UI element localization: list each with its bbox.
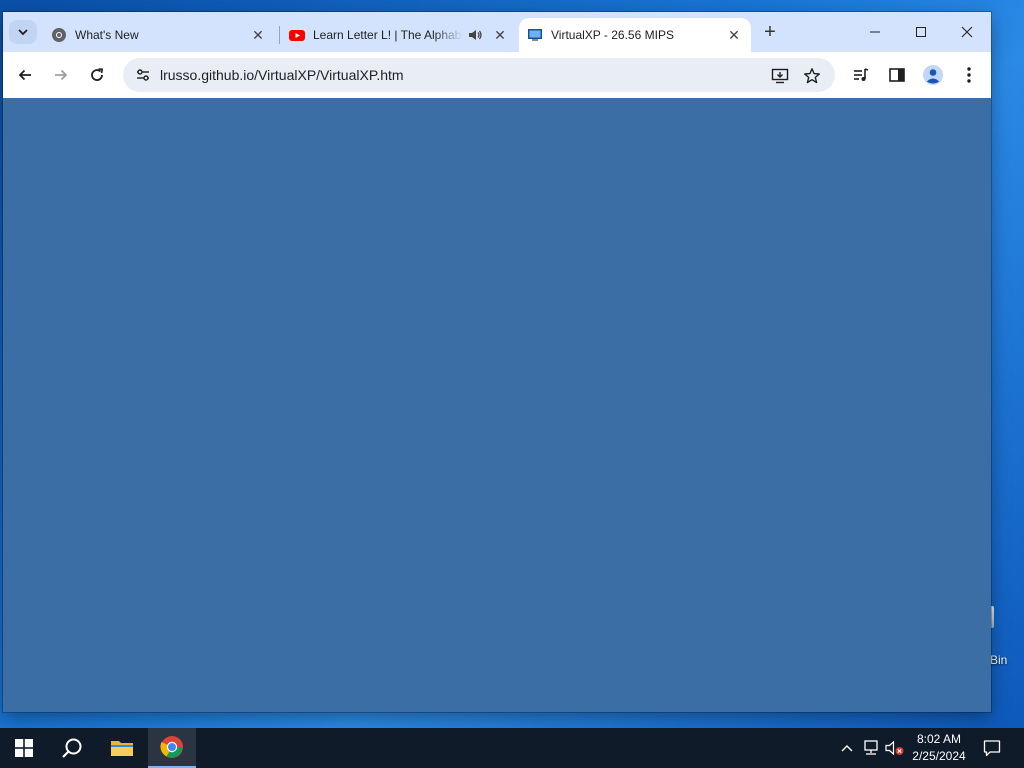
recycle-bin-label: Bin bbox=[990, 653, 1008, 667]
browser-window: What's New ✕ Learn Letter L! | The Alpha… bbox=[3, 12, 991, 712]
close-icon bbox=[961, 26, 973, 38]
recycle-bin-desktop-icon[interactable]: Bin bbox=[988, 606, 1024, 676]
tab-strip: What's New ✕ Learn Letter L! | The Alpha… bbox=[3, 12, 991, 52]
notification-icon bbox=[983, 740, 1001, 757]
url-text[interactable]: lrusso.github.io/VirtualXP/VirtualXP.htm bbox=[160, 67, 404, 83]
back-button[interactable] bbox=[11, 61, 39, 89]
volume-button[interactable] bbox=[884, 728, 906, 768]
search-icon bbox=[62, 738, 82, 758]
chevron-up-icon bbox=[841, 745, 853, 752]
install-app-button[interactable] bbox=[769, 65, 791, 87]
maximize-button[interactable] bbox=[899, 18, 943, 46]
reload-icon bbox=[91, 68, 104, 81]
close-tab-icon[interactable]: ✕ bbox=[249, 26, 267, 44]
close-tab-icon[interactable]: ✕ bbox=[491, 26, 509, 44]
chevron-down-icon bbox=[18, 29, 28, 36]
speaker-muted-icon bbox=[885, 740, 904, 756]
queue-music-icon bbox=[854, 68, 869, 81]
profile-button[interactable] bbox=[921, 63, 945, 87]
close-tab-icon[interactable]: ✕ bbox=[725, 26, 743, 44]
clock-time: 8:02 AM bbox=[916, 732, 962, 746]
network-button[interactable] bbox=[860, 728, 882, 768]
show-hidden-icons-button[interactable] bbox=[838, 728, 856, 768]
forward-button[interactable] bbox=[47, 61, 75, 89]
start-button[interactable] bbox=[0, 728, 48, 768]
side-panel-icon bbox=[889, 68, 905, 82]
site-info-button[interactable] bbox=[133, 65, 153, 85]
search-button[interactable] bbox=[48, 728, 96, 768]
install-icon bbox=[771, 68, 789, 84]
youtube-icon bbox=[289, 30, 305, 41]
speaker-icon[interactable] bbox=[467, 27, 483, 43]
virtualxp-icon bbox=[528, 29, 542, 41]
maximize-icon bbox=[916, 27, 926, 37]
clock[interactable]: 8:02 AM 2/25/2024 bbox=[906, 731, 972, 765]
page-content-area[interactable] bbox=[3, 98, 991, 712]
new-tab-button[interactable]: + bbox=[759, 21, 781, 43]
file-explorer-icon bbox=[111, 741, 133, 756]
file-explorer-button[interactable] bbox=[98, 728, 146, 768]
tab-title: What's New bbox=[75, 28, 139, 42]
clock-date: 2/25/2024 bbox=[912, 749, 966, 763]
tab-virtualxp[interactable]: VirtualXP - 26.56 MIPS ✕ bbox=[519, 18, 751, 52]
minimize-button[interactable] bbox=[853, 18, 897, 46]
tab-title: VirtualXP - 26.56 MIPS bbox=[551, 28, 674, 42]
reload-button[interactable] bbox=[83, 61, 111, 89]
browser-toolbar: lrusso.github.io/VirtualXP/VirtualXP.htm bbox=[3, 52, 991, 98]
side-panel-button[interactable] bbox=[885, 63, 909, 87]
avatar-icon bbox=[923, 65, 943, 85]
tune-icon bbox=[137, 69, 149, 81]
media-controls-button[interactable] bbox=[849, 63, 873, 87]
minimize-icon bbox=[870, 31, 880, 33]
taskbar: 8:02 AM 2/25/2024 bbox=[0, 728, 1024, 768]
tab-search-button[interactable] bbox=[9, 20, 37, 44]
arrow-left-icon bbox=[18, 69, 31, 81]
tab-youtube[interactable]: Learn Letter L! | The Alphabet ✕ bbox=[281, 18, 517, 52]
arrow-right-icon bbox=[55, 69, 68, 81]
network-icon bbox=[864, 740, 878, 755]
address-bar[interactable]: lrusso.github.io/VirtualXP/VirtualXP.htm bbox=[123, 58, 835, 92]
bookmark-button[interactable] bbox=[801, 65, 823, 87]
tab-title: Learn Letter L! | The Alphabet bbox=[313, 28, 463, 42]
chrome-icon bbox=[52, 28, 66, 42]
close-window-button[interactable] bbox=[945, 18, 989, 46]
chrome-taskbar-button[interactable] bbox=[148, 728, 196, 768]
menu-button[interactable] bbox=[957, 63, 981, 87]
more-vert-icon bbox=[967, 67, 971, 83]
star-icon bbox=[804, 68, 820, 84]
windows-logo-icon bbox=[15, 739, 33, 757]
chrome-icon bbox=[160, 736, 183, 758]
tab-whats-new[interactable]: What's New ✕ bbox=[43, 18, 275, 52]
notifications-button[interactable] bbox=[978, 728, 1006, 768]
tab-separator bbox=[279, 26, 280, 44]
